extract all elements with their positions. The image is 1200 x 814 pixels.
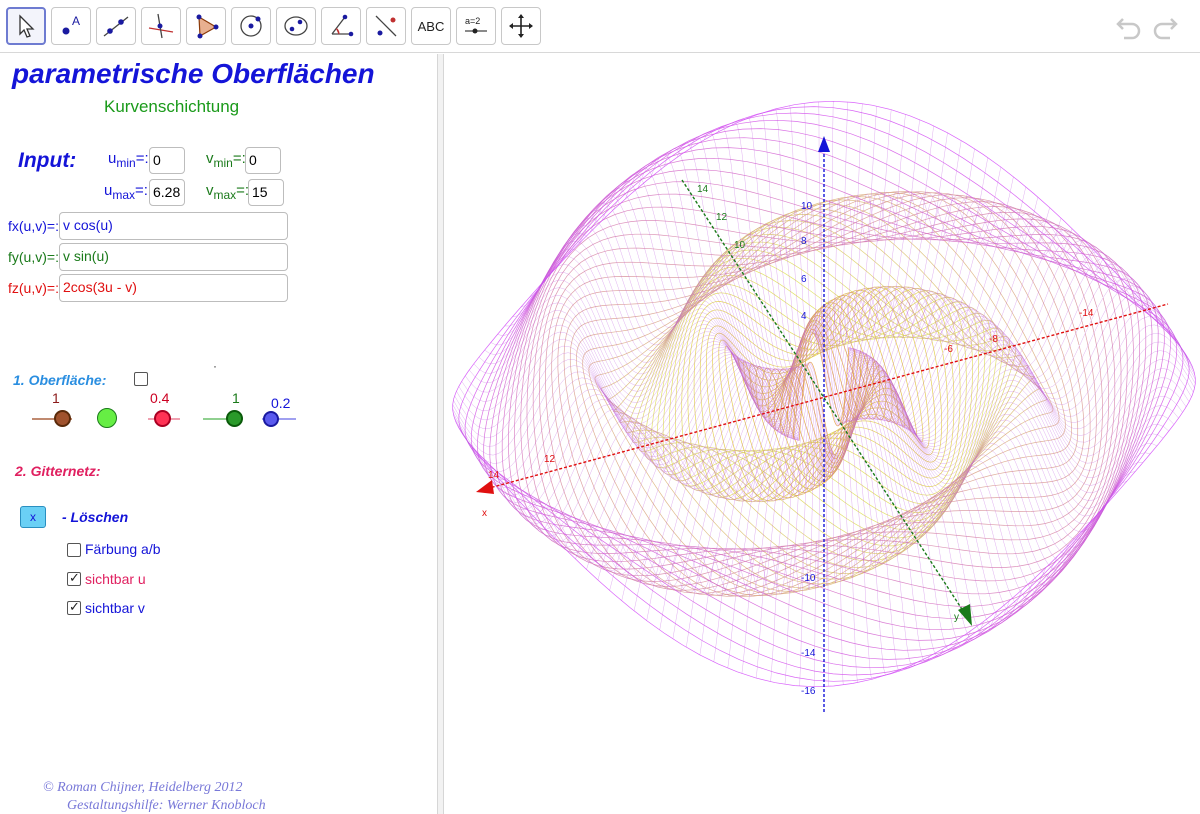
umin-input[interactable]: 0 xyxy=(149,147,185,174)
z-tick-label-0: 10 xyxy=(801,201,813,212)
vmin-input[interactable]: 0 xyxy=(245,147,281,174)
polygon-icon xyxy=(196,14,219,39)
y-tick-label-0: 14 xyxy=(697,184,709,195)
line-through-points-icon xyxy=(103,16,129,37)
perpendicular-tool[interactable] xyxy=(141,7,181,45)
move-tool[interactable] xyxy=(6,7,46,45)
slider-icon: a=2 xyxy=(465,16,487,34)
point-tool[interactable]: A xyxy=(51,7,91,45)
x-tick-label-2: -8 xyxy=(989,334,998,345)
slider-3-handle[interactable] xyxy=(154,410,171,427)
z-tick-label-2: 6 xyxy=(801,274,807,285)
section-gitternetz-label: 2. Gitternetz: xyxy=(15,463,101,479)
ellipse-icon xyxy=(284,16,308,36)
sichtbar-u-checkbox[interactable] xyxy=(67,570,81,586)
x-tick-label-1: -6 xyxy=(944,344,953,355)
left-panel: parametrische Oberflächen Kurvenschichtu… xyxy=(0,54,437,814)
fy-input[interactable]: v sin(u) xyxy=(59,243,288,271)
loeschen-label: - Löschen xyxy=(62,509,129,525)
credit-helper: Gestaltungshilfe: Werner Knobloch xyxy=(67,798,266,813)
umax-label: umax=: xyxy=(104,182,148,202)
move-arrows-icon xyxy=(509,14,533,38)
sichtbar-v-checkbox[interactable] xyxy=(67,599,81,615)
angle-icon xyxy=(331,14,354,37)
z-tick-label-6: -16 xyxy=(801,686,816,697)
v-line-22 xyxy=(844,368,1136,540)
slider-tool[interactable]: a=2 xyxy=(456,7,496,45)
redo-icon xyxy=(1153,18,1178,40)
fx-label: fx(u,v)=: xyxy=(8,218,59,234)
vmin-label: vmin=: xyxy=(206,150,246,170)
y-axis-label: y xyxy=(954,612,959,623)
color-dot-green[interactable] xyxy=(97,408,117,428)
polygon-tool[interactable] xyxy=(186,7,226,45)
cursor-arrow-icon xyxy=(19,14,35,38)
page-subtitle: Kurvenschichtung xyxy=(104,97,240,116)
umax-input[interactable]: 6.28 xyxy=(149,179,185,206)
perpendicular-lines-icon xyxy=(148,13,174,39)
redo-button[interactable] xyxy=(1150,12,1180,40)
undo-button[interactable] xyxy=(1114,12,1144,40)
circle-tool[interactable] xyxy=(231,7,271,45)
z-tick-label-4: -10 xyxy=(801,573,816,584)
fz-input[interactable]: 2cos(3u - v) xyxy=(59,274,288,302)
faerbung-label: Färbung a/b xyxy=(85,541,161,557)
vmax-label: vmax=: xyxy=(206,182,250,202)
slider-1-handle[interactable] xyxy=(54,410,71,427)
umin-label: umin=: xyxy=(108,150,149,170)
x-tick-label-4: 12 xyxy=(544,454,556,465)
v-line-31 xyxy=(838,391,1047,608)
z-axis-arrowhead xyxy=(818,136,830,152)
angle-tool[interactable] xyxy=(321,7,361,45)
move-graphics-tool[interactable] xyxy=(501,7,541,45)
z-tick-label-3: 4 xyxy=(801,311,807,322)
ellipse-tool[interactable] xyxy=(276,7,316,45)
slider-5-value: 0.2 xyxy=(271,395,291,411)
circle-center-icon xyxy=(240,15,262,37)
page-title: parametrische Oberflächen xyxy=(12,58,375,89)
svg-text:A: A xyxy=(72,14,80,28)
svg-text:a=2: a=2 xyxy=(465,16,480,26)
line-tool[interactable] xyxy=(96,7,136,45)
v-line-110 xyxy=(589,188,809,399)
fy-label: fy(u,v)=: xyxy=(8,249,59,265)
loeschen-button[interactable]: x xyxy=(20,506,46,528)
toolbar: A ABC a=2 xyxy=(0,0,1200,53)
text-abc-icon: ABC xyxy=(417,18,445,34)
undo-icon xyxy=(1116,18,1141,40)
v-line-25 xyxy=(842,375,1110,563)
input-label: Input: xyxy=(18,149,77,172)
slider-3-value: 0.4 xyxy=(150,390,170,406)
slider-4-handle[interactable] xyxy=(226,410,243,427)
panel-divider[interactable] xyxy=(437,54,444,814)
oberflaeche-checkbox[interactable] xyxy=(134,372,148,386)
point-a-icon: A xyxy=(62,14,80,35)
z-tick-label-1: 8 xyxy=(801,236,807,247)
reflect-tool[interactable] xyxy=(366,7,406,45)
stray-dot-mark: · xyxy=(213,359,217,373)
slider-4-value: 1 xyxy=(232,390,240,406)
x-axis-label: x xyxy=(482,508,487,519)
parametric-surface-plot: 10 8 6 4 -10 -14 -16 -14 -6 -8 14 12 x 14 12 10 y xyxy=(452,100,1196,714)
text-tool[interactable]: ABC xyxy=(411,7,451,45)
fz-label: fz(u,v)=: xyxy=(8,280,59,296)
z-tick-label-5: -14 xyxy=(801,648,816,659)
x-tick-label-0: -14 xyxy=(1079,308,1094,319)
x-tick-label-3: 14 xyxy=(488,470,500,481)
y-tick-label-2: 10 xyxy=(734,240,746,251)
slider-5-handle[interactable] xyxy=(263,411,279,427)
reflect-about-line-icon xyxy=(375,15,397,37)
graphics-3d-view[interactable]: 10 8 6 4 -10 -14 -16 -14 -6 -8 14 12 x 14 12 10 y xyxy=(444,54,1200,814)
credit-author: © Roman Chijner, Heidelberg 2012 xyxy=(43,780,243,795)
sichtbar-v-label: sichtbar v xyxy=(85,600,145,616)
sichtbar-u-label: sichtbar u xyxy=(85,571,146,587)
slider-1-value: 1 xyxy=(52,390,60,406)
x-axis-arrowhead xyxy=(476,480,494,494)
section-oberflaeche-label: 1. Oberfläche: xyxy=(13,372,107,388)
faerbung-checkbox[interactable] xyxy=(67,543,81,557)
v-line-105 xyxy=(538,225,806,413)
fx-input[interactable]: v cos(u) xyxy=(59,212,288,240)
y-tick-label-1: 12 xyxy=(716,212,728,223)
vmax-input[interactable]: 15 xyxy=(248,179,284,206)
